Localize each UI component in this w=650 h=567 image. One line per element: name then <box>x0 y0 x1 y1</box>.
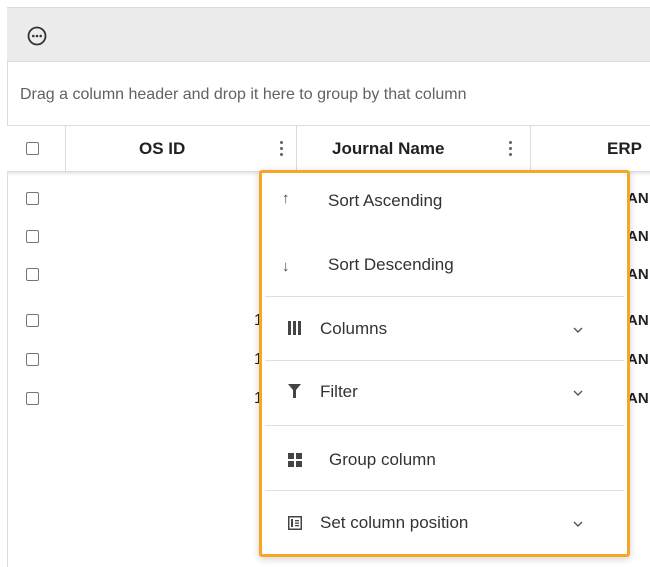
cell-erp: AN <box>627 351 649 368</box>
columns-icon <box>288 321 301 335</box>
grid-toolbar <box>7 7 650 62</box>
column-position-icon <box>288 516 302 530</box>
menu-item-columns[interactable]: Columns <box>262 297 627 360</box>
row-checkbox[interactable] <box>26 314 39 327</box>
group-panel-hint: Drag a column header and drop it here to… <box>20 86 467 103</box>
cell-erp: AN <box>627 390 649 407</box>
row-checkbox[interactable] <box>26 192 39 205</box>
menu-item-label: Filter <box>320 382 358 401</box>
menu-item-label: Group column <box>329 450 436 469</box>
column-menu-icon[interactable] <box>505 138 515 160</box>
column-header-os-id[interactable]: OS ID <box>66 126 296 171</box>
column-title: OS ID <box>139 139 186 158</box>
menu-item-group-column[interactable]: Group column <box>262 426 627 491</box>
menu-item-label: Set column position <box>320 513 469 532</box>
group-icon <box>288 453 302 467</box>
chevron-down-icon <box>573 390 583 396</box>
cell-erp: AN <box>627 228 649 245</box>
cell-erp: AN <box>627 266 649 283</box>
arrow-down-icon: ↓ <box>282 258 290 275</box>
arrow-up-icon: ↑ <box>282 190 290 207</box>
chevron-down-icon <box>573 521 583 527</box>
menu-item-sort-descending[interactable]: ↓ Sort Descending <box>262 233 627 296</box>
cell-erp: AN <box>627 312 649 329</box>
more-options-icon[interactable] <box>27 26 47 46</box>
select-all-checkbox[interactable] <box>26 142 39 155</box>
row-checkbox[interactable] <box>26 230 39 243</box>
filter-icon <box>288 384 301 398</box>
menu-item-label: Sort Descending <box>328 255 454 274</box>
column-menu: ↑ Sort Ascending ↓ Sort Descending Colum… <box>259 170 630 557</box>
row-checkbox[interactable] <box>26 268 39 281</box>
column-header-journal-name[interactable]: Journal Name <box>297 126 530 171</box>
row-checkbox[interactable] <box>26 353 39 366</box>
row-checkbox[interactable] <box>26 392 39 405</box>
group-drop-panel[interactable]: Drag a column header and drop it here to… <box>7 62 650 126</box>
menu-item-label: Columns <box>320 319 388 338</box>
menu-item-set-column-position[interactable]: Set column position <box>262 491 627 554</box>
grid-header-row: OS ID Journal Name ERP <box>7 126 650 172</box>
menu-item-label: Sort Ascending <box>328 191 443 210</box>
menu-item-filter[interactable]: Filter <box>262 361 627 423</box>
chevron-down-icon <box>573 327 583 333</box>
column-menu-icon[interactable] <box>276 138 286 160</box>
menu-item-sort-ascending[interactable]: ↑ Sort Ascending <box>262 173 627 233</box>
column-title: ERP <box>607 139 642 158</box>
column-title: Journal Name <box>332 139 445 158</box>
cell-erp: AN <box>627 190 649 207</box>
column-header-erp[interactable]: ERP <box>531 126 650 171</box>
